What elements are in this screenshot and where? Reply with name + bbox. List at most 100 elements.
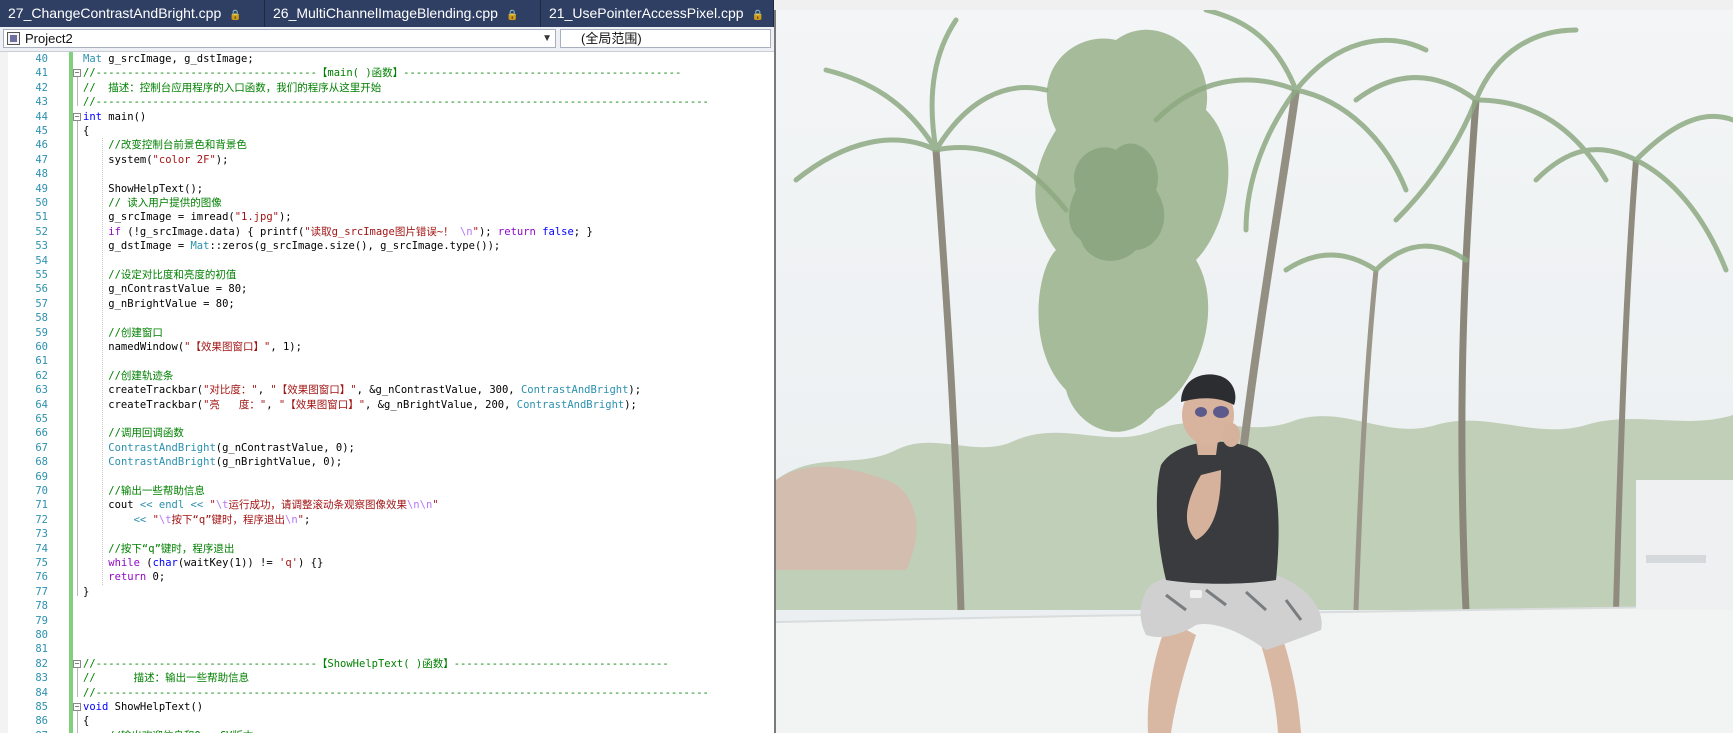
code-line[interactable]: 73 bbox=[0, 527, 774, 541]
code-line[interactable]: 44 − int main() bbox=[0, 110, 774, 124]
code-text: //调用回调函数 bbox=[83, 427, 184, 440]
code-text: Mat g_srcImage, g_dstImage; bbox=[83, 53, 254, 65]
code-line[interactable]: 80 bbox=[0, 628, 774, 642]
code-line[interactable]: 83 // 描述：输出一些帮助信息 bbox=[0, 671, 774, 685]
line-number: 43 bbox=[35, 96, 48, 109]
code-line[interactable]: 47 system("color 2F"); bbox=[0, 153, 774, 167]
collapse-icon[interactable]: − bbox=[73, 703, 81, 711]
code-line[interactable]: 43 //------------------------------------… bbox=[0, 95, 774, 109]
code-line[interactable]: 87 //输出欢迎信息和OpenCV版本 bbox=[0, 729, 774, 733]
code-line[interactable]: 64 createTrackbar("亮 度：", "【效果图窗口】", &g_… bbox=[0, 398, 774, 412]
code-line[interactable]: 71 cout << endl << "\t运行成功，请调整滚动条观察图像效果\… bbox=[0, 498, 774, 512]
code-text: // 描述：控制台应用程序的入口函数，我们的程序从这里开始 bbox=[83, 81, 382, 94]
code-line[interactable]: 59 //创建窗口 bbox=[0, 326, 774, 340]
code-line[interactable]: 69 bbox=[0, 470, 774, 484]
code-line[interactable]: 48 bbox=[0, 167, 774, 181]
code-line[interactable]: 54 bbox=[0, 254, 774, 268]
code-text: //--------------------------------------… bbox=[83, 686, 709, 699]
code-line[interactable]: 74 //按下“q”键时，程序退出 bbox=[0, 542, 774, 556]
code-text: { bbox=[83, 715, 90, 728]
code-line[interactable]: 40 Mat g_srcImage, g_dstImage; bbox=[0, 52, 774, 66]
code-line[interactable]: 78 bbox=[0, 599, 774, 613]
fold-guide bbox=[77, 711, 78, 733]
line-number: 77 bbox=[35, 585, 48, 598]
code-text: //-----------------------------------【ma… bbox=[83, 67, 682, 80]
line-number: 83 bbox=[35, 672, 48, 685]
code-line[interactable]: 70 //输出一些帮助信息 bbox=[0, 484, 774, 498]
line-number: 62 bbox=[35, 369, 48, 382]
code-line[interactable]: 76 return 0; bbox=[0, 570, 774, 584]
code-text: ContrastAndBright(g_nBrightValue, 0); bbox=[108, 456, 343, 469]
code-line[interactable]: 81 bbox=[0, 642, 774, 656]
code-line[interactable]: 72 << "\t按下“q”键时，程序退出\n"; bbox=[0, 513, 774, 527]
code-text: //输出欢迎信息和OpenCV版本 bbox=[83, 729, 253, 733]
line-number: 55 bbox=[35, 269, 48, 281]
line-number: 79 bbox=[35, 614, 48, 627]
code-area[interactable]: 40 Mat g_srcImage, g_dstImage; 41−//------… bbox=[0, 52, 774, 733]
code-text: g_nContrastValue = 80; bbox=[83, 283, 248, 296]
fold-guide bbox=[77, 120, 78, 596]
code-text: namedWindow("【效果图窗口】", 1); bbox=[83, 341, 302, 353]
line-number: 57 bbox=[35, 297, 48, 310]
code-text: cout << endl << "\t运行成功，请调整滚动条观察图像效果\n\n… bbox=[83, 499, 439, 512]
image-result-window[interactable] bbox=[774, 0, 1733, 733]
line-number: 73 bbox=[35, 528, 48, 541]
code-line[interactable]: 67 ContrastAndBright(g_nContrastValue, 0… bbox=[0, 441, 774, 455]
code-line[interactable]: 50 // 读入用户提供的图像 bbox=[0, 196, 774, 210]
collapse-icon[interactable]: − bbox=[73, 112, 81, 121]
code-line[interactable]: 66 //调用回调函数 bbox=[0, 426, 774, 440]
code-line[interactable]: 58 bbox=[0, 311, 774, 325]
line-number: 40 bbox=[35, 53, 48, 65]
code-line[interactable]: 63 createTrackbar("对比度：", "【效果图窗口】", &g_… bbox=[0, 383, 774, 397]
tab-21-use-pointer-access[interactable]: 21_UsePointerAccessPixel.cpp 🔒 bbox=[541, 0, 774, 27]
code-text: //设定对比度和亮度的初值 bbox=[83, 269, 237, 281]
collapse-icon[interactable]: − bbox=[73, 69, 81, 78]
tab-26-multichannel-blending[interactable]: 26_MultiChannelImageBlending.cpp 🔒 bbox=[265, 0, 541, 27]
code-line[interactable]: 46 //改变控制台前景色和背景色 bbox=[0, 138, 774, 152]
code-line[interactable]: 86 { bbox=[0, 714, 774, 728]
chevron-down-icon[interactable]: ▼ bbox=[542, 30, 552, 47]
line-number: 50 bbox=[35, 197, 48, 209]
scope-dropdown[interactable]: (全局范围) bbox=[560, 29, 771, 48]
code-line[interactable]: 61 bbox=[0, 354, 774, 368]
code-line[interactable]: 41 −//-----------------------------------… bbox=[0, 66, 774, 80]
code-line[interactable]: 75 while (char(waitKey(1)) != 'q') {} bbox=[0, 556, 774, 570]
project-dropdown[interactable]: Project2 ▼ bbox=[3, 29, 556, 48]
line-number: 76 bbox=[35, 571, 48, 584]
code-text: g_nBrightValue = 80; bbox=[83, 297, 235, 310]
code-line[interactable]: 77} bbox=[0, 585, 774, 599]
code-line[interactable]: 57 g_nBrightValue = 80; bbox=[0, 297, 774, 311]
code-line[interactable]: 82 −//-----------------------------------… bbox=[0, 657, 774, 671]
navigation-bar: Project2 ▼ (全局范围) bbox=[0, 27, 774, 52]
collapse-icon[interactable]: − bbox=[73, 659, 81, 668]
code-line[interactable]: 42 // 描述：控制台应用程序的入口函数，我们的程序从这里开始 bbox=[0, 81, 774, 95]
line-number: 86 bbox=[35, 715, 48, 728]
code-line[interactable]: 55 //设定对比度和亮度的初值 bbox=[0, 268, 774, 282]
line-number: 60 bbox=[35, 341, 48, 353]
code-line[interactable]: 79 bbox=[0, 614, 774, 628]
code-line[interactable]: 49 ShowHelpText(); bbox=[0, 182, 774, 196]
code-line[interactable]: 68 ContrastAndBright(g_nBrightValue, 0); bbox=[0, 455, 774, 469]
code-editor[interactable]: 27_ChangeContrastAndBright.cpp 🔒 26_Multi… bbox=[0, 0, 774, 733]
code-line[interactable]: 56 g_nContrastValue = 80; bbox=[0, 282, 774, 296]
code-line[interactable]: 62 //创建轨迹条 bbox=[0, 369, 774, 383]
code-line[interactable]: 51 g_srcImage = imread("1.jpg"); bbox=[0, 210, 774, 224]
code-line[interactable]: 65 bbox=[0, 412, 774, 426]
change-indicator bbox=[69, 52, 73, 733]
line-number: 66 bbox=[35, 427, 48, 440]
code-line[interactable]: 52 if (!g_srcImage.data) { printf("读取g_s… bbox=[0, 225, 774, 239]
code-line[interactable]: 53 g_dstImage = Mat::zeros(g_srcImage.si… bbox=[0, 239, 774, 253]
code-line[interactable]: 60 namedWindow("【效果图窗口】", 1); bbox=[0, 340, 774, 354]
line-number: 56 bbox=[35, 283, 48, 296]
code-text: //按下“q”键时，程序退出 bbox=[83, 542, 235, 555]
lock-icon: 🔒 bbox=[505, 10, 519, 21]
tab-27-change-contrast[interactable]: 27_ChangeContrastAndBright.cpp 🔒 bbox=[0, 0, 265, 27]
code-text: //--------------------------------------… bbox=[83, 96, 709, 109]
code-line[interactable]: 84 //------------------------------------… bbox=[0, 686, 774, 700]
code-text: while (char(waitKey(1)) != 'q') {} bbox=[108, 557, 324, 569]
code-line[interactable]: 85 − void ShowHelpText() bbox=[0, 700, 774, 714]
line-number: 63 bbox=[35, 384, 48, 397]
code-text: ContrastAndBright(g_nContrastValue, 0); bbox=[108, 441, 355, 454]
code-line[interactable]: 45 { bbox=[0, 124, 774, 138]
line-number: 61 bbox=[35, 355, 48, 368]
